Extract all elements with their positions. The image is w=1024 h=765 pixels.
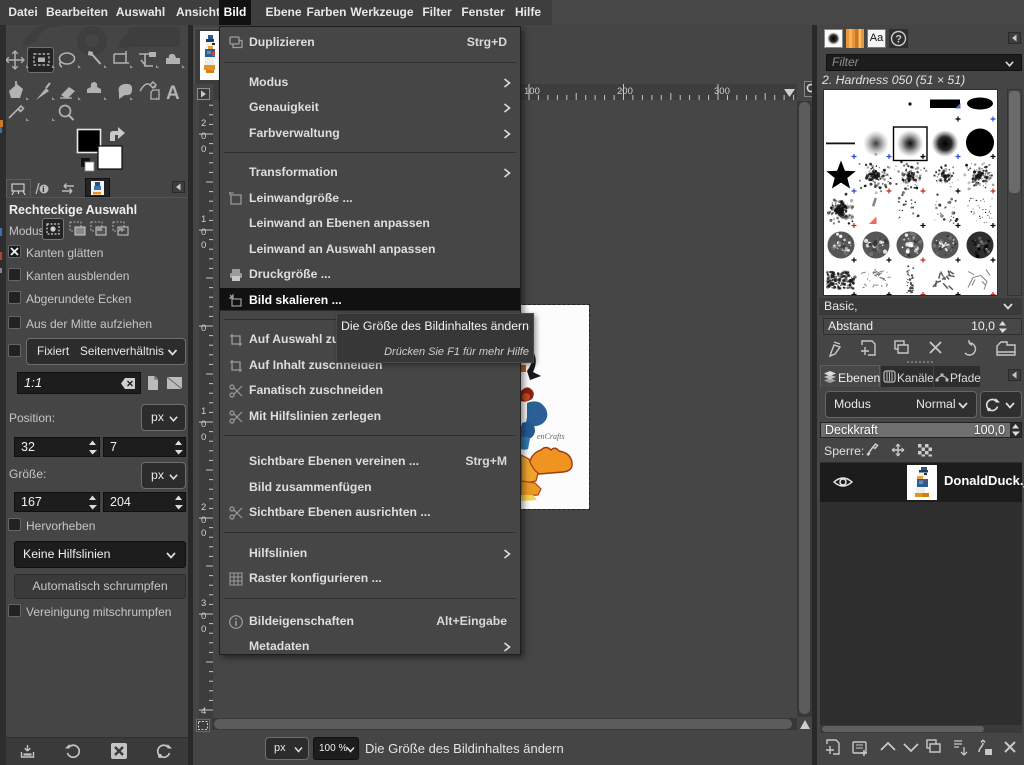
svg-text:0: 0 (201, 131, 206, 142)
svg-text:0: 0 (201, 624, 206, 635)
svg-text:0: 0 (201, 419, 206, 430)
svg-text:0: 0 (201, 611, 206, 622)
svg-text:0: 0 (201, 432, 206, 443)
svg-text:100: 100 (524, 86, 540, 97)
svg-text:0: 0 (201, 528, 206, 539)
svg-text:2: 2 (201, 502, 206, 513)
svg-text:4: 4 (201, 706, 206, 717)
svg-text:0: 0 (201, 227, 206, 238)
svg-text:3: 3 (201, 598, 206, 609)
svg-text:1: 1 (201, 406, 206, 417)
svg-text:0: 0 (201, 515, 206, 526)
svg-text:0: 0 (201, 323, 206, 334)
svg-text:300: 300 (714, 86, 730, 97)
svg-text:200: 200 (617, 86, 633, 97)
svg-text:1: 1 (201, 214, 206, 225)
svg-text:0: 0 (201, 144, 206, 155)
svg-text:A: A (166, 83, 180, 104)
svg-text:0: 0 (201, 240, 206, 251)
svg-text:i: i (42, 185, 44, 194)
svg-text:?: ? (895, 34, 902, 46)
svg-text:enCrafts: enCrafts (537, 432, 565, 441)
svg-text:2: 2 (201, 118, 206, 129)
